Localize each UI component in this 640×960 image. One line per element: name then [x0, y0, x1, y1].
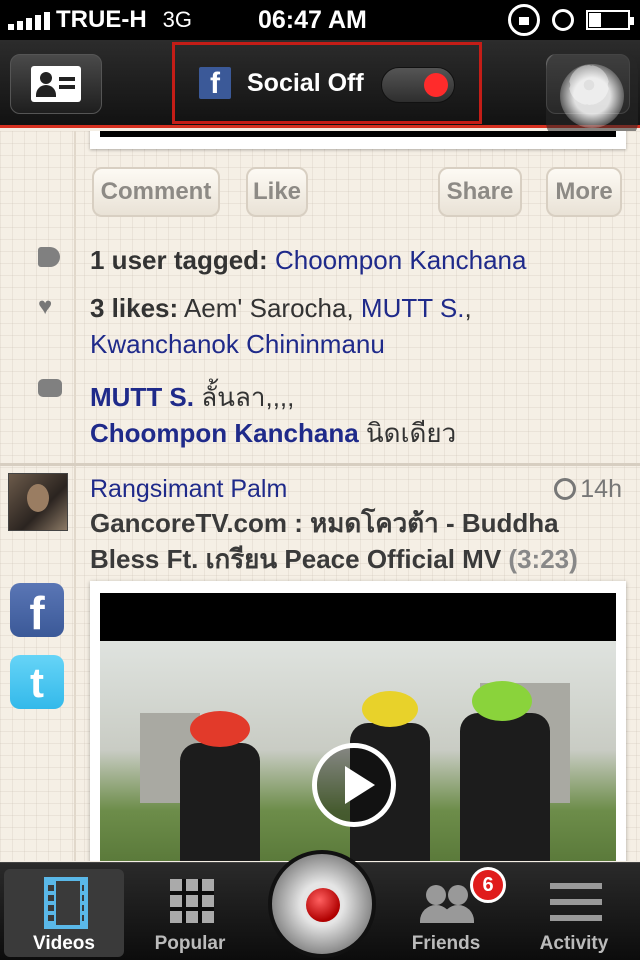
comment-button[interactable]: Comment	[92, 167, 220, 217]
video-card[interactable]	[90, 581, 626, 861]
tab-videos[interactable]: Videos	[4, 869, 124, 957]
like-button[interactable]: Like	[246, 167, 308, 217]
previous-video-frame	[90, 131, 626, 149]
comment-item: MUTT S. ลั้นลา,,,,	[90, 377, 294, 418]
post-separator	[0, 463, 640, 466]
gutter-divider	[74, 131, 76, 861]
tagged-count: 1 user tagged:	[90, 245, 268, 275]
list-icon	[550, 883, 602, 923]
social-switch[interactable]	[381, 67, 455, 103]
social-toggle[interactable]: f Social Off	[172, 42, 482, 124]
liker-link[interactable]: MUTT S.	[361, 293, 465, 323]
likes-line: 3 likes: Aem' Sarocha, MUTT S.,	[90, 293, 472, 323]
poster-name-link[interactable]: Rangsimant Palm	[90, 475, 287, 504]
facebook-share-icon[interactable]: f	[10, 583, 64, 639]
signal-strength-icon	[8, 10, 50, 30]
id-card-icon	[31, 66, 81, 102]
record-icon	[306, 888, 340, 922]
liker-name[interactable]: Aem' Sarocha,	[184, 293, 354, 323]
comment-author-link[interactable]: Choompon Kanchana	[90, 418, 359, 448]
alarm-icon	[552, 9, 574, 31]
post-time: 14h	[554, 475, 622, 504]
twitter-share-icon[interactable]: t	[10, 655, 64, 709]
video-feed[interactable]: Comment Like Share More 1 user tagged: C…	[0, 131, 640, 861]
facebook-icon: f	[199, 67, 231, 100]
tagged-line: 1 user tagged: Choompon Kanchana	[90, 245, 526, 276]
post-title[interactable]: GancoreTV.com : หมดโควต้า - Buddha Bless…	[90, 505, 630, 577]
rotation-lock-icon	[508, 4, 540, 36]
likes-count: 3 likes:	[90, 293, 179, 323]
comment-text: นิดเดียว	[365, 418, 457, 448]
film-icon	[44, 877, 88, 929]
clock-icon	[554, 478, 577, 500]
tag-icon	[38, 247, 60, 267]
status-bar: TRUE-H 3G 06:47 AM	[0, 0, 640, 40]
heart-icon: ♥	[38, 293, 53, 320]
carrier-name: TRUE-H	[56, 6, 147, 33]
network-type: 3G	[162, 7, 193, 32]
comment-text: ลั้นลา,,,,	[201, 382, 295, 412]
tagged-user-link[interactable]: Choompon Kanchana	[275, 245, 527, 275]
social-toggle-label: Social Off	[247, 68, 364, 97]
more-button[interactable]: More	[546, 167, 622, 217]
grid-icon	[170, 879, 214, 923]
comment-author-link[interactable]: MUTT S.	[90, 382, 194, 412]
assistive-touch-button[interactable]	[546, 50, 638, 142]
likes-line-cont: Kwanchanok Chininmanu	[90, 329, 385, 360]
tab-activity[interactable]: Activity	[514, 869, 634, 957]
switch-knob	[424, 73, 448, 97]
liker-link[interactable]: Kwanchanok Chininmanu	[90, 329, 385, 359]
nav-bar: f Social Off	[0, 40, 640, 142]
video-thumbnail[interactable]	[100, 593, 616, 861]
play-icon[interactable]	[312, 743, 396, 827]
comment-item: Choompon Kanchana นิดเดียว	[90, 413, 456, 454]
friends-notification-badge: 6	[470, 867, 506, 903]
tab-popular[interactable]: Popular	[130, 869, 250, 957]
friends-icon	[420, 883, 476, 923]
comment-icon	[38, 379, 62, 397]
avatar[interactable]	[8, 473, 68, 531]
status-time: 06:47 AM	[258, 5, 367, 34]
profile-card-button[interactable]	[10, 54, 102, 114]
video-duration: (3:23)	[508, 544, 578, 574]
battery-icon	[586, 10, 634, 30]
share-button[interactable]: Share	[438, 167, 522, 217]
record-button[interactable]	[268, 850, 376, 958]
